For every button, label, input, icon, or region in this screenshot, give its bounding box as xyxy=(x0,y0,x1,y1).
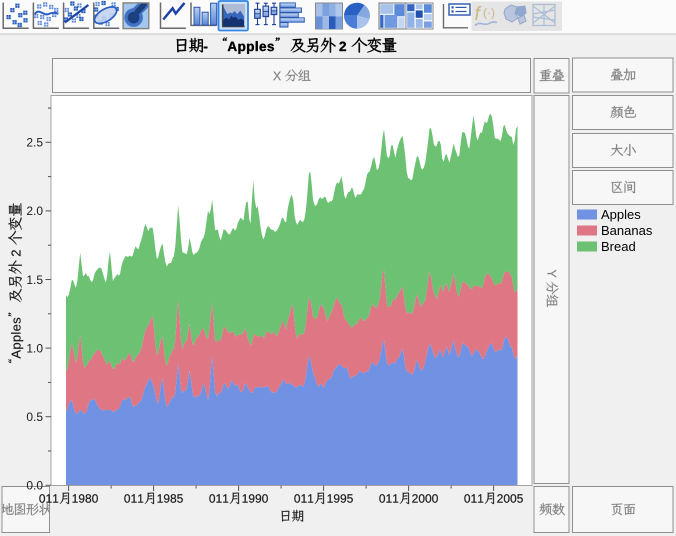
svg-text:1.5: 1.5 xyxy=(26,273,43,287)
svg-text:0.5: 0.5 xyxy=(26,410,43,424)
svg-text:2.5: 2.5 xyxy=(26,136,43,150)
svg-text:0.0: 0.0 xyxy=(26,479,43,493)
svg-text:2.0: 2.0 xyxy=(26,204,43,218)
svg-text:Bananas: Bananas xyxy=(601,223,653,238)
svg-text:Apples: Apples xyxy=(601,207,641,222)
svg-text:(·): (·) xyxy=(483,6,495,20)
svg-text:1.0: 1.0 xyxy=(26,341,43,355)
svg-text:Bread: Bread xyxy=(601,239,636,254)
